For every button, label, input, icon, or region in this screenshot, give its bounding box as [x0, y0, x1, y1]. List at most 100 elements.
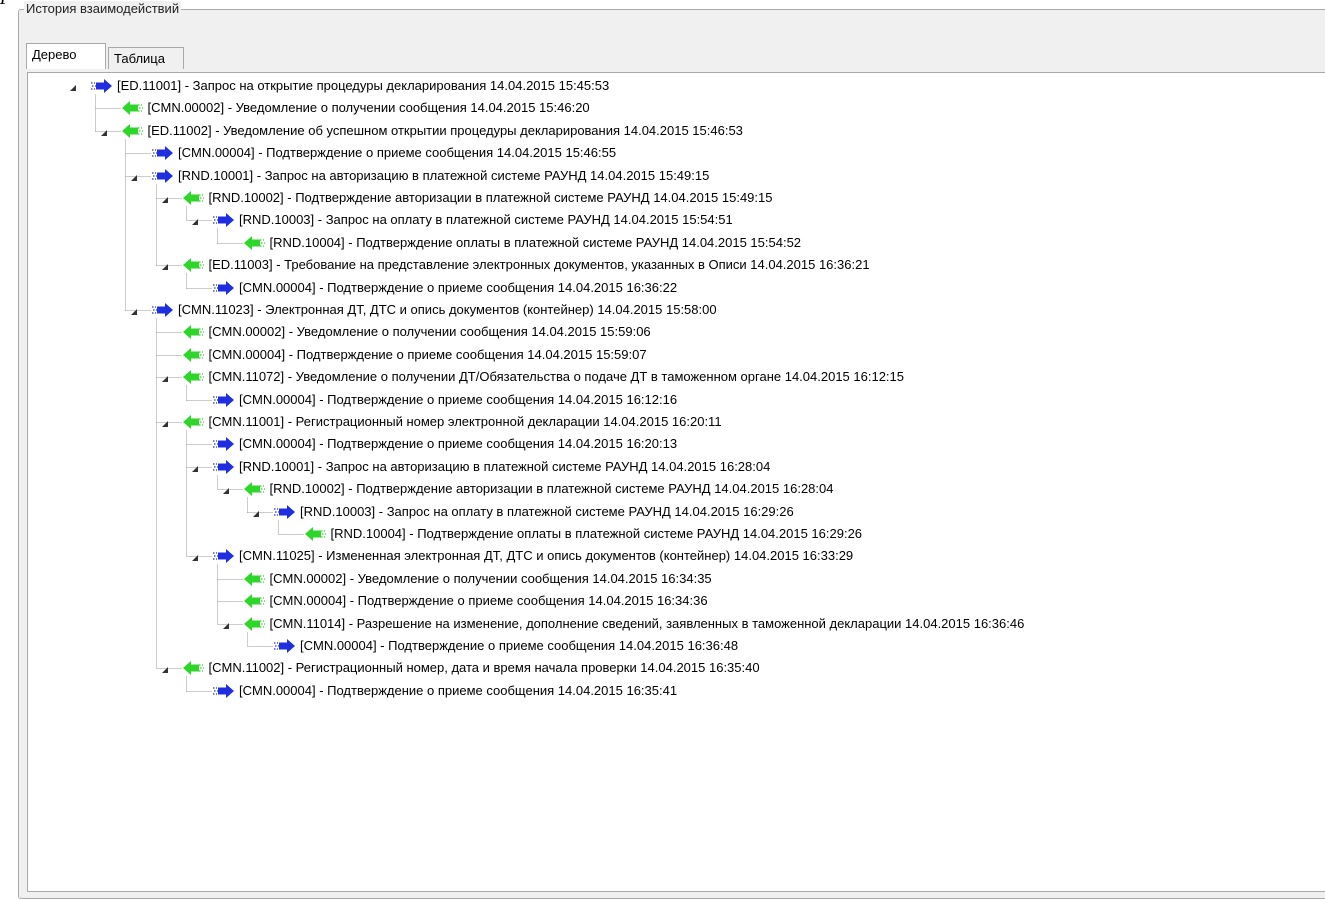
incoming-message-icon	[237, 478, 267, 500]
tree-node[interactable]: [CMN.00004] - Подтверждение о приеме соо…	[176, 344, 647, 366]
tree-node[interactable]: [CMN.00002] - Уведомление о получении со…	[237, 568, 712, 590]
incoming-message-icon	[176, 344, 206, 366]
expand-collapse-toggle-icon[interactable]	[129, 171, 139, 181]
tree-node-label: [CMN.00004] - Подтверждение о приеме соо…	[300, 638, 739, 653]
tree-node[interactable]: [CMN.00004] - Подтверждение о приеме соо…	[237, 590, 708, 612]
expand-collapse-toggle-icon[interactable]	[190, 215, 200, 226]
tree-node-label: [CMN.11025] - Измененная электронная ДТ,…	[239, 548, 854, 564]
outgoing-message-icon	[206, 433, 236, 455]
incoming-message-icon	[176, 657, 206, 679]
incoming-message-icon	[237, 568, 267, 590]
tree-node[interactable]: [CMN.00004] - Подтверждение о приеме соо…	[267, 635, 738, 657]
tree-node[interactable]: [CMN.00002] - Уведомление о получении со…	[115, 97, 590, 119]
outgoing-message-icon	[145, 299, 175, 321]
tree-node[interactable]: [ED.11003] - Требование на представление…	[176, 254, 870, 276]
expand-collapse-toggle-icon[interactable]	[160, 372, 170, 383]
tree-node-label: [RND.10002] - Подтверждение авторизации …	[208, 190, 773, 205]
incoming-message-icon	[237, 613, 267, 635]
tree-node[interactable]: [CMN.11023] - Электронная ДТ, ДТС и опис…	[145, 299, 717, 321]
tree-node[interactable]: [CMN.00004] - Подтверждение о приеме соо…	[206, 277, 677, 299]
incoming-message-icon	[176, 187, 206, 209]
tree-node[interactable]: [RND.10001] - Запрос на авторизацию в пл…	[206, 456, 770, 478]
tree-node-label: [CMN.11002] - Регистрационный номер, дат…	[208, 660, 760, 676]
outgoing-message-icon	[206, 456, 236, 478]
tree-node[interactable]: [RND.10002] - Подтверждение авторизации …	[176, 187, 773, 209]
incoming-message-icon	[115, 120, 145, 142]
expand-collapse-toggle-icon[interactable]	[221, 484, 231, 495]
tree-node[interactable]: [CMN.11001] - Регистрационный номер элек…	[176, 411, 722, 433]
incoming-message-icon	[176, 411, 206, 433]
tree-node[interactable]: [ED.11002] - Уведомление об успешном отк…	[115, 120, 743, 142]
tree-node-label: [ED.11003] - Требование на представление…	[208, 257, 870, 273]
expand-collapse-toggle-icon[interactable]	[68, 81, 78, 91]
panel-title: История взаимодействий	[24, 1, 182, 17]
tree-node-label: [CMN.11023] - Электронная ДТ, ДТС и опис…	[178, 302, 717, 317]
incoming-message-icon	[176, 321, 206, 343]
expand-collapse-toggle-icon[interactable]	[160, 193, 170, 203]
tree-node[interactable]: [CMN.11025] - Измененная электронная ДТ,…	[206, 545, 853, 567]
outgoing-message-icon	[206, 545, 236, 567]
tree-node[interactable]: [RND.10002] - Подтверждение авторизации …	[237, 478, 834, 500]
tree-node[interactable]: [RND.10004] - Подтверждение оплаты в пла…	[298, 523, 863, 545]
tree-node-label: [CMN.11072] - Уведомление о получении ДТ…	[208, 369, 905, 385]
tree-node[interactable]: [CMN.11002] - Регистрационный номер, дат…	[176, 657, 760, 679]
tree-node[interactable]: [CMN.00004] - Подтверждение о приеме соо…	[206, 433, 677, 455]
expand-collapse-toggle-icon[interactable]	[251, 507, 261, 517]
expand-collapse-toggle-icon[interactable]	[160, 260, 170, 271]
tree-node[interactable]: [RND.10001] - Запрос на авторизацию в пл…	[145, 165, 709, 187]
expand-collapse-toggle-icon[interactable]	[160, 663, 170, 674]
tree-node-label: [ED.11001] - Запрос на открытие процедур…	[117, 78, 610, 93]
tree-node[interactable]: [CMN.11014] - Разрешение на изменение, д…	[237, 613, 1025, 635]
tree-node[interactable]: [CMN.11072] - Уведомление о получении ДТ…	[176, 366, 905, 388]
incoming-message-icon	[115, 97, 145, 119]
expand-collapse-toggle-icon[interactable]	[99, 126, 109, 136]
tree-node-label: [RND.10001] - Запрос на авторизацию в пл…	[239, 458, 771, 474]
tree-node-label: [ED.11002] - Уведомление об успешном отк…	[147, 122, 743, 138]
tree-node-label: [RND.10001] - Запрос на авторизацию в пл…	[178, 167, 710, 183]
tree-view[interactable]: [ED.11001] - Запрос на открытие процедур…	[27, 72, 1325, 892]
outgoing-message-icon	[145, 165, 175, 187]
tree-node[interactable]: [CMN.00004] - Подтверждение о приеме соо…	[206, 389, 677, 411]
tree-node-label: [RND.10004] - Подтверждение оплаты в пла…	[330, 526, 863, 541]
tree-node[interactable]: [RND.10003] - Запрос на оплату в платежн…	[206, 209, 733, 231]
incoming-message-icon	[237, 590, 267, 612]
tree-node-label: [CMN.00004] - Подтверждение о приеме соо…	[239, 391, 678, 407]
expand-collapse-toggle-icon[interactable]	[190, 551, 200, 562]
tree-node[interactable]: [CMN.00002] - Уведомление о получении со…	[176, 321, 651, 343]
tree-node-label: [CMN.00004] - Подтверждение о приеме соо…	[178, 145, 617, 161]
tree-node-label: [RND.10004] - Подтверждение оплаты в пла…	[269, 234, 802, 250]
tree-node-label: [CMN.00004] - Подтверждение о приеме соо…	[239, 436, 678, 452]
tree-node[interactable]: [RND.10003] - Запрос на оплату в платежн…	[267, 501, 794, 523]
tree-node-label: [RND.10003] - Запрос на оплату в платежн…	[239, 212, 733, 228]
tree-node-label: [RND.10003] - Запрос на оплату в платежн…	[300, 503, 794, 519]
outgoing-message-icon	[267, 501, 297, 523]
cropped-heading-fragment: P	[0, 0, 18, 7]
outgoing-message-icon	[206, 277, 236, 299]
expand-collapse-toggle-icon[interactable]	[221, 619, 231, 629]
outgoing-message-icon	[206, 680, 236, 702]
tree-node-label: [CMN.00004] - Подтверждение о приеме соо…	[269, 593, 708, 609]
outgoing-message-icon	[84, 75, 114, 97]
tree-node-label: [CMN.11001] - Регистрационный номер элек…	[208, 414, 722, 429]
expand-collapse-toggle-icon[interactable]	[160, 417, 170, 427]
outgoing-message-icon	[145, 142, 175, 164]
outgoing-message-icon	[206, 209, 236, 231]
outgoing-message-icon	[206, 389, 236, 411]
tree-node-label: [CMN.00002] - Уведомление о получении со…	[208, 324, 651, 340]
tree-node-label: [CMN.00002] - Уведомление о получении со…	[269, 570, 712, 586]
tree-node-label: [RND.10002] - Подтверждение авторизации …	[269, 481, 834, 497]
tab-table[interactable]: Таблица	[108, 47, 184, 69]
tree-node[interactable]: [CMN.00004] - Подтверждение о приеме соо…	[206, 680, 677, 702]
tree-node[interactable]: [CMN.00004] - Подтверждение о приеме соо…	[145, 142, 616, 164]
expand-collapse-toggle-icon[interactable]	[190, 462, 200, 472]
tree-node-label: [CMN.00004] - Подтверждение о приеме соо…	[239, 279, 678, 295]
incoming-message-icon	[237, 232, 267, 254]
tab-tree[interactable]: Дерево	[26, 43, 106, 69]
incoming-message-icon	[176, 366, 206, 388]
tree-node[interactable]: [RND.10004] - Подтверждение оплаты в пла…	[237, 232, 802, 254]
tree-node-label: [CMN.00004] - Подтверждение о приеме соо…	[208, 346, 647, 362]
tree-node-label: [CMN.00002] - Уведомление о получении со…	[147, 100, 590, 116]
expand-collapse-toggle-icon[interactable]	[129, 305, 139, 315]
tree-node[interactable]: [ED.11001] - Запрос на открытие процедур…	[84, 75, 609, 97]
tree-node-label: [CMN.11014] - Разрешение на изменение, д…	[269, 615, 1025, 631]
